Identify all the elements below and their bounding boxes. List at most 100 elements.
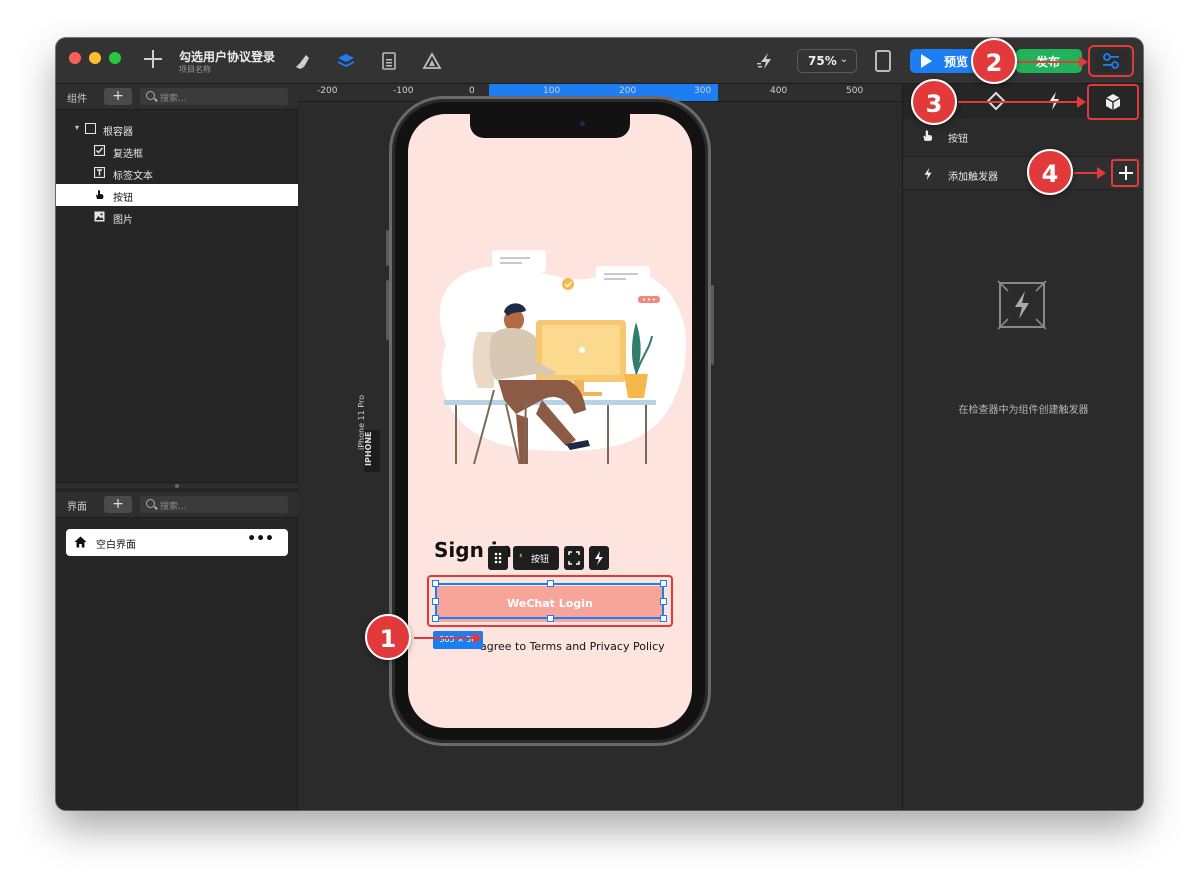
checkbox-icon: [94, 145, 105, 156]
screen-label: 空白界面: [96, 540, 136, 551]
zoom-window-button[interactable]: [109, 52, 121, 64]
add-icon[interactable]: [142, 48, 164, 70]
resize-handle[interactable]: [547, 615, 554, 622]
callout-badge-4: 4: [1027, 149, 1073, 195]
screens-header: 界面 + 搜索...: [56, 492, 298, 518]
screens-search-input[interactable]: 搜索...: [140, 496, 288, 513]
screens-label: 界面: [67, 502, 87, 513]
add-screen-button[interactable]: +: [104, 496, 132, 513]
home-icon: [74, 536, 87, 548]
components-label: 组件: [67, 94, 87, 105]
callout-arrow: [1016, 56, 1088, 68]
search-icon: [146, 91, 155, 100]
device-tag: IPHONE: [364, 430, 380, 472]
ruler-tick-label: 0: [469, 86, 475, 96]
components-search-input[interactable]: 搜索...: [140, 88, 288, 105]
components-header: 组件 + 搜索...: [56, 84, 298, 110]
ruler-tick-label: 100: [543, 86, 561, 96]
empty-state-text: 在检查器中为组件创建触发器: [958, 405, 1089, 416]
lightning-icon[interactable]: [756, 51, 776, 71]
tree-item-text-label[interactable]: 标签文本: [56, 162, 298, 184]
ruler-tick-label: -100: [393, 86, 414, 96]
left-panel: 组件 + 搜索... ▾ 根容器 复选框 标签文本 按钮 图片 界面 + 搜索.…: [56, 84, 298, 810]
chevron-down-icon: ⌄: [839, 54, 848, 65]
trigger-placeholder-icon: [997, 280, 1047, 330]
project-title: 勾选用户协议登录: [179, 50, 276, 64]
tree-item-label: 按钮: [113, 193, 133, 204]
drive-icon[interactable]: [422, 51, 442, 71]
screen-item[interactable]: 空白界面 •••: [66, 529, 288, 556]
ruler-tick-label: 200: [619, 86, 637, 96]
ruler-tick-label: 400: [770, 86, 788, 96]
tree-item-checkbox[interactable]: 复选框: [56, 140, 298, 162]
add-trigger-button[interactable]: [1111, 159, 1139, 187]
search-icon: [146, 499, 155, 508]
search-placeholder: 搜索...: [160, 94, 187, 104]
trigger-lightning-icon[interactable]: [589, 546, 609, 570]
tree-item-button[interactable]: 按钮: [56, 184, 298, 206]
resize-handle[interactable]: [432, 615, 439, 622]
add-component-button[interactable]: +: [104, 88, 132, 105]
callout-arrow: [958, 96, 1086, 108]
phone-notch: [470, 114, 630, 138]
zoom-select[interactable]: 75% ⌄: [797, 49, 857, 73]
tree-item-label: 根容器: [103, 127, 133, 138]
resize-handle[interactable]: [547, 580, 554, 587]
component-breadcrumb[interactable]: ‹ 按钮: [513, 546, 559, 570]
resize-handle[interactable]: [660, 580, 667, 587]
lightning-icon: [924, 167, 932, 181]
layers-icon[interactable]: [336, 51, 356, 71]
tab-components[interactable]: [1087, 84, 1139, 120]
add-trigger-label: 添加触发器: [948, 172, 998, 183]
component-breadcrumb-label: 按钮: [531, 555, 550, 565]
zoom-value: 75%: [808, 54, 837, 68]
chevron-left-icon: ‹: [519, 551, 523, 561]
callout-arrow: [1074, 167, 1106, 179]
tree-item-image[interactable]: 图片: [56, 206, 298, 228]
more-options-icon[interactable]: •••: [247, 531, 274, 547]
resize-handle[interactable]: [660, 598, 667, 605]
search-placeholder: 搜索...: [160, 502, 187, 512]
fit-size-icon[interactable]: [564, 546, 584, 570]
callout-badge-2: 2: [971, 38, 1017, 84]
callout-badge-3: 3: [911, 79, 957, 125]
project-subtitle: 项目名称: [179, 65, 211, 74]
resize-handle[interactable]: [660, 615, 667, 622]
resize-handle[interactable]: [432, 598, 439, 605]
play-icon: [921, 54, 932, 68]
panel-splitter[interactable]: [56, 482, 298, 488]
inspector-panel: 按钮 添加触发器 在检查器中为组件创建触发器: [902, 84, 1143, 810]
ruler-tick-label: 300: [694, 86, 712, 96]
preview-label: 预览: [944, 55, 969, 69]
hand-icon: [96, 190, 104, 199]
pen-icon[interactable]: [292, 51, 312, 71]
callout-badge-1: 1: [365, 614, 411, 660]
text-icon: [94, 167, 105, 178]
agreement-text: agree to Terms and Privacy Policy: [480, 640, 665, 653]
cube-icon: [1105, 94, 1121, 110]
close-window-button[interactable]: [69, 52, 81, 64]
tree-item-root[interactable]: ▾ 根容器: [56, 118, 298, 140]
add-trigger-row: 添加触发器: [903, 156, 1143, 190]
device-icon[interactable]: [875, 50, 891, 72]
selected-component-name: 按钮: [948, 134, 968, 145]
document-icon[interactable]: [379, 51, 399, 71]
tree-item-label: 图片: [113, 215, 133, 226]
selection-outline: [432, 580, 667, 622]
tree-item-label: 复选框: [113, 149, 143, 160]
disclosure-triangle-icon[interactable]: ▾: [75, 123, 79, 132]
illustration-image: [439, 250, 686, 464]
minimize-window-button[interactable]: [89, 52, 101, 64]
checkbox-outline-icon: [85, 123, 96, 134]
hand-icon: [923, 130, 933, 141]
image-icon: [94, 211, 105, 222]
phone-side-button: [711, 285, 714, 365]
callout-arrow: [414, 632, 482, 644]
ruler-tick-label: 500: [846, 86, 864, 96]
ruler-tick-label: -200: [317, 86, 338, 96]
inspector-toggle-button[interactable]: [1088, 45, 1134, 77]
drag-handle-icon[interactable]: [488, 546, 508, 570]
tree-item-label: 标签文本: [113, 171, 153, 182]
resize-handle[interactable]: [432, 580, 439, 587]
settings-sliders-icon: [1103, 53, 1119, 69]
